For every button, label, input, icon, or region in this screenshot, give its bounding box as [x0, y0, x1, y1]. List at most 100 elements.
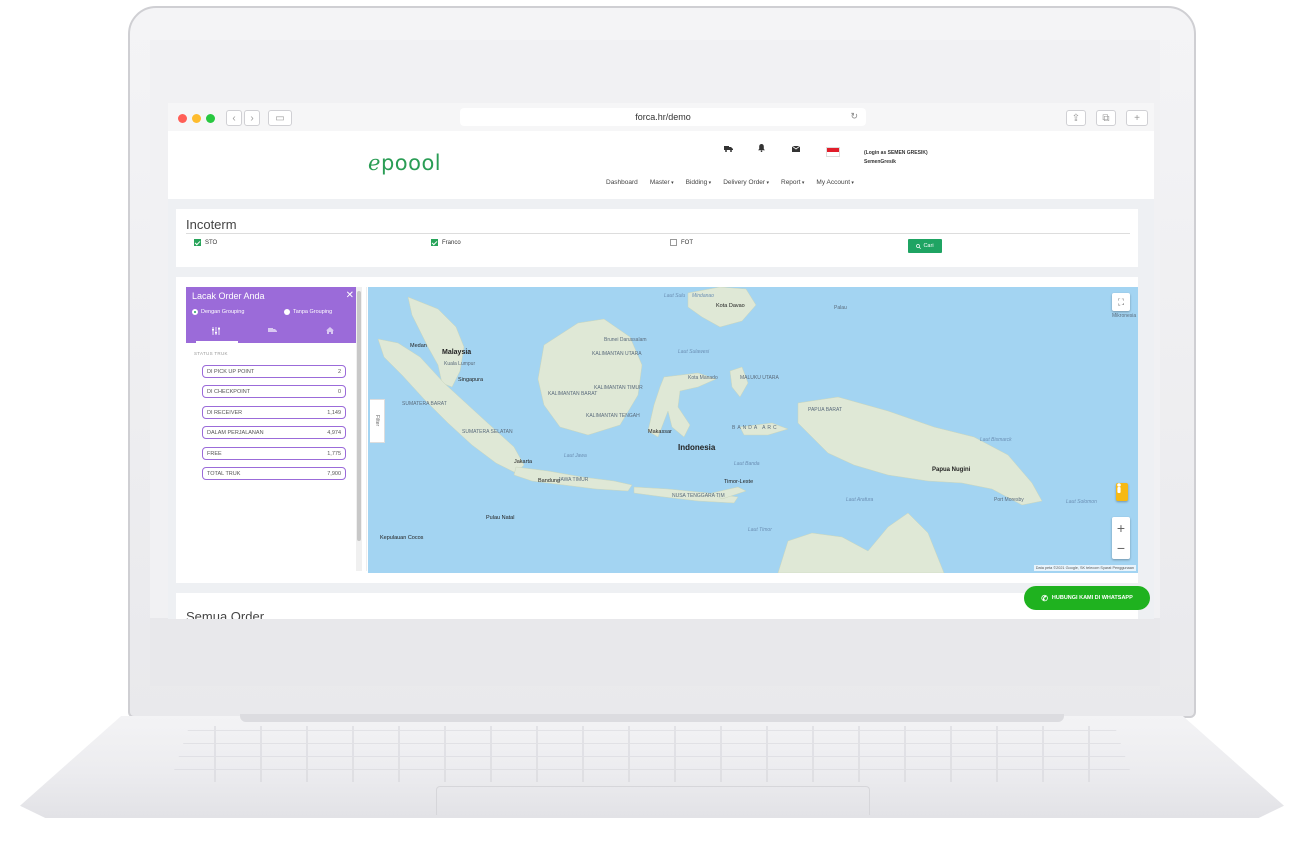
status-value: 2: [337, 368, 341, 375]
map-label-papua-barat: PAPUA BARAT: [808, 407, 842, 413]
map-label-mikronesia: Mikronesia: [1112, 313, 1137, 319]
status-value: 1,775: [327, 450, 341, 457]
login-user: SemenGresik: [864, 159, 896, 165]
tab-truck-icon[interactable]: [268, 327, 277, 336]
maximize-window-button[interactable]: [206, 114, 215, 123]
map-label-laut-timor: Laut Timor: [748, 527, 772, 533]
envelope-icon[interactable]: [791, 144, 801, 154]
tracking-map-card: Lacak Order Anda ✕ Dengan Grouping Tanpa…: [176, 277, 1138, 583]
map-label-medan: Medan: [410, 343, 427, 349]
nav-delivery-order[interactable]: Delivery Order: [723, 179, 769, 186]
scroll-thumb[interactable]: [357, 291, 361, 541]
map-attribution[interactable]: Data peta ©2021 Google, SK telecom Syara…: [1033, 565, 1136, 571]
map-label-kalimantan-timur: KALIMANTAN TIMUR: [594, 385, 643, 391]
map-label-kalimantan-tengah: KALIMANTAN TENGAH: [586, 413, 640, 419]
radio-dengan-grouping[interactable]: Dengan Grouping: [192, 309, 244, 315]
land-australia: [777, 512, 945, 573]
status-row-pick-up[interactable]: DI PICK UP POINT 2: [202, 365, 346, 378]
forward-icon[interactable]: ›: [244, 110, 260, 126]
map-label-makassar: Makassar: [648, 429, 672, 435]
status-row-perjalanan[interactable]: DALAM PERJALANAN 4,974: [202, 426, 346, 439]
status-row-checkpoint[interactable]: DI CHECKPOINT 0: [202, 385, 346, 398]
close-icon[interactable]: ✕: [346, 290, 354, 301]
street-view-pegman-icon[interactable]: [1116, 483, 1128, 501]
map-label-bandung: Bandung: [538, 478, 561, 484]
active-tab-indicator: [196, 341, 238, 343]
map-label-nusa-tenggara: NUSA TENGGARA TIM: [672, 493, 725, 499]
address-bar[interactable]: forca.hr/demo ↻: [460, 108, 866, 126]
site-header: epoool (Login as SEMEN GRESIK) SemenGres…: [168, 131, 1154, 199]
status-row-total[interactable]: TOTAL TRUK 7,900: [202, 467, 346, 480]
laptop-hinge: [240, 714, 1064, 722]
tracking-panel: Lacak Order Anda ✕ Dengan Grouping Tanpa…: [186, 287, 367, 571]
incoterm-card: Incoterm STO Franco FOT Cari: [176, 209, 1138, 267]
tracking-panel-header: Lacak Order Anda ✕ Dengan Grouping Tanpa…: [186, 287, 360, 343]
nav-dashboard[interactable]: Dashboard: [606, 179, 638, 186]
trackpad: [436, 786, 870, 815]
map-label-laut-sulu: Laut Sulu: [664, 293, 686, 299]
checkbox-label: FOT: [681, 239, 693, 246]
panel-scrollbar[interactable]: [356, 287, 362, 571]
radio-label: Dengan Grouping: [201, 309, 245, 315]
map-label-laut-jawa: Laut Jawa: [564, 453, 587, 459]
tab-home-icon[interactable]: [326, 327, 334, 336]
land-sulawesi: [647, 372, 717, 438]
status-row-receiver[interactable]: DI RECEIVER 1,149: [202, 406, 346, 419]
nav-master[interactable]: Master: [650, 179, 674, 186]
map-label-singapura: Singapura: [458, 377, 484, 383]
status-row-free[interactable]: FREE 1,775: [202, 447, 346, 460]
whatsapp-contact-button[interactable]: ✆ HUBUNGI KAMI DI WHATSAPP: [1024, 586, 1150, 610]
whatsapp-label: HUBUNGI KAMI DI WHATSAPP: [1051, 595, 1133, 601]
reload-icon[interactable]: ↻: [850, 111, 858, 122]
tab-filter-sliders-icon[interactable]: [212, 327, 220, 337]
nav-report[interactable]: Report: [781, 179, 804, 186]
login-info[interactable]: (Login as SEMEN GRESIK) SemenGresik: [864, 149, 928, 167]
checkbox-franco[interactable]: Franco: [431, 239, 461, 246]
browser-toolbar: ‹ › ▭ forca.hr/demo ↻ ⇪ ⧉ +: [168, 103, 1154, 131]
zoom-out-button[interactable]: −: [1117, 538, 1125, 558]
tabs-icon[interactable]: ⧉: [1096, 110, 1116, 126]
radio-unselected: [284, 309, 290, 315]
land-new-guinea: [797, 396, 1043, 506]
status-value: 0: [337, 388, 341, 395]
map-label-laut-solomon: Laut Solomon: [1066, 499, 1097, 505]
status-label: DALAM PERJALANAN: [207, 429, 264, 436]
zoom-in-button[interactable]: +: [1117, 518, 1125, 538]
map-label-brunei: Brunei Darussalam: [604, 337, 647, 343]
radio-selected: [192, 309, 198, 315]
search-button[interactable]: Cari: [908, 239, 942, 253]
logo[interactable]: epoool: [368, 151, 441, 175]
bell-icon[interactable]: [758, 144, 765, 154]
status-label: DI CHECKPOINT: [207, 388, 251, 395]
logo-e: e: [368, 151, 381, 175]
truck-icon[interactable]: [724, 144, 733, 154]
whatsapp-icon: ✆: [1041, 593, 1048, 603]
map-label-laut-arafura: Laut Arafura: [846, 497, 874, 503]
sidebar-icon[interactable]: ▭: [268, 110, 292, 126]
map-label-kepulauan-cocos: Kepulauan Cocos: [380, 535, 424, 541]
radio-tanpa-grouping[interactable]: Tanpa Grouping: [284, 309, 332, 315]
map[interactable]: Malaysia Singapura Medan Kuala Lumpur In…: [368, 287, 1138, 573]
checkbox-sto[interactable]: STO: [194, 239, 217, 246]
new-tab-icon[interactable]: +: [1126, 110, 1148, 126]
fullscreen-icon[interactable]: ⛶: [1112, 293, 1130, 311]
checkbox-unchecked: [670, 239, 677, 246]
map-label-timor-leste: Timor-Leste: [724, 479, 754, 485]
map-label-pulau-natal: Pulau Natal: [486, 515, 515, 521]
map-label-kalimantan-utara: KALIMANTAN UTARA: [592, 351, 642, 357]
checkbox-label: STO: [205, 239, 218, 246]
map-label-laut-bismarck: Laut Bismarck: [980, 437, 1012, 443]
checkbox-checked: [431, 239, 438, 246]
minimize-window-button[interactable]: [192, 114, 201, 123]
map-label-palau: Palau: [834, 305, 847, 311]
logo-text: poool: [380, 151, 442, 175]
filter-toggle-tab[interactable]: Filter: [370, 399, 385, 443]
back-icon[interactable]: ‹: [226, 110, 242, 126]
map-label-port-moresby: Port Moresby: [994, 497, 1024, 503]
checkbox-fot[interactable]: FOT: [670, 239, 693, 246]
nav-my-account[interactable]: My Account: [816, 179, 854, 186]
flag-icon[interactable]: [826, 147, 840, 157]
nav-bidding[interactable]: Bidding: [686, 179, 712, 186]
close-window-button[interactable]: [178, 114, 187, 123]
share-icon[interactable]: ⇪: [1066, 110, 1086, 126]
